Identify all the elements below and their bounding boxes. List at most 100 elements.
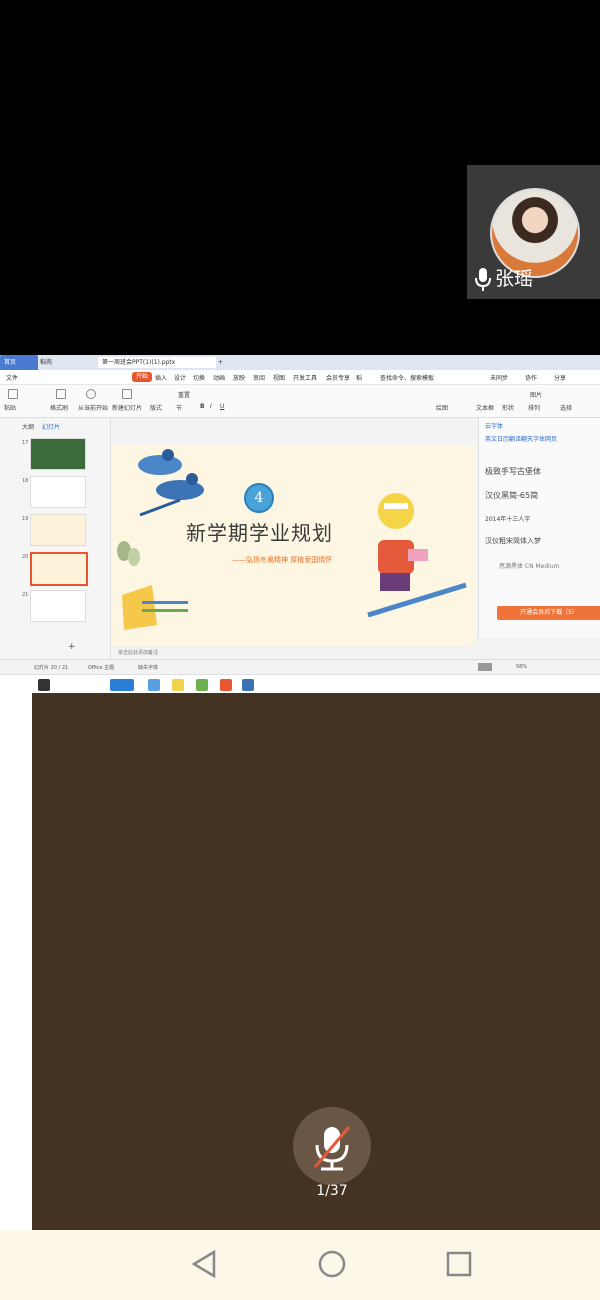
cloud-font-panel: 云字体 英文日历翻译翻天字体网页 极致手写古堡体 汉仪黑简-65简 2014年十… [478, 418, 600, 638]
format-painter-icon [56, 389, 66, 399]
section-button[interactable]: 节 [176, 403, 182, 412]
taskbar-app[interactable] [220, 679, 232, 691]
menu-start[interactable]: 开始 [132, 372, 153, 382]
paste-button[interactable]: 粘贴 [4, 403, 16, 412]
menu-view[interactable]: 视图 [273, 373, 285, 382]
windows-start-icon[interactable] [38, 679, 50, 691]
slide-thumbnail[interactable] [30, 438, 86, 470]
bold-button[interactable]: B [200, 403, 205, 410]
page-counter: 1/37 [316, 1183, 348, 1199]
new-slide-button[interactable]: 新建幻灯片 [112, 403, 142, 412]
font-item[interactable]: 汉仪黑简-65简 [485, 490, 538, 501]
tab-pptx-file[interactable]: 第一周班会PPT(1)(1).pptx [98, 357, 216, 368]
select-button[interactable]: 选择 [560, 403, 572, 412]
arrange-button[interactable]: 排列 [528, 403, 540, 412]
textbox-button[interactable]: 文本框 [476, 403, 494, 412]
add-slide-button[interactable]: + [68, 642, 76, 652]
sync-status[interactable]: 未同步 [490, 373, 508, 382]
slide-thumbnail-active[interactable] [30, 552, 88, 586]
decoration-illustration [117, 541, 188, 630]
taskbar-app[interactable] [148, 679, 160, 691]
skater-illustration [138, 449, 204, 517]
thumbnail-number: 18 [22, 478, 29, 484]
thumbnail-number: 17 [22, 440, 29, 446]
menu-docer[interactable]: 稻 [356, 373, 362, 382]
thumbnail-number: 20 [22, 554, 29, 560]
theme-name: Office 主题 [88, 665, 115, 671]
font-item[interactable]: 极致手写古堡体 [485, 466, 541, 477]
menu-transition[interactable]: 切换 [193, 373, 205, 382]
reset-button[interactable]: 重置 [178, 390, 190, 399]
speaker-notes[interactable]: 单击此处添加备注 [118, 649, 158, 656]
skier-illustration [367, 493, 467, 618]
layout-button[interactable]: 版式 [150, 403, 162, 412]
drawing-button[interactable]: 绘图 [436, 403, 448, 412]
recents-icon[interactable] [441, 1246, 477, 1282]
play-slideshow-icon[interactable] [478, 663, 492, 671]
italic-button[interactable]: I [210, 403, 212, 410]
browser-tab-bar: 首页 稻壳 第一周班会PPT(1)(1).pptx + [0, 355, 600, 370]
underline-button[interactable]: U [220, 403, 224, 410]
menu-file[interactable]: 文件 [6, 373, 18, 382]
font-item[interactable]: 2014年十三人字 [485, 514, 530, 523]
slide-thumbnail[interactable] [30, 514, 86, 546]
download-font-button[interactable]: 开通会员后下载（5） [497, 606, 600, 620]
menu-design[interactable]: 设计 [174, 373, 186, 382]
format-painter-button[interactable]: 格式刷 [50, 403, 68, 412]
menu-review[interactable]: 审阅 [253, 373, 265, 382]
windows-taskbar [0, 674, 600, 693]
taskbar-app[interactable] [242, 679, 254, 691]
section-number-badge: 4 [244, 483, 274, 513]
microphone-muted-icon [313, 1126, 351, 1171]
menu-bar: 文件 开始 插入 设计 切换 动画 放映 审阅 视图 开发工具 会员专享 稻 查… [0, 370, 600, 385]
slide-thumbnail-panel: 大纲 幻灯片 17 18 19 20 21 + [0, 418, 111, 668]
tab-home[interactable]: 首页 [0, 355, 38, 370]
play-icon [86, 389, 96, 399]
font-item[interactable]: 思源黑体 CN Medium [499, 561, 559, 570]
slide-subtitle: ——弘扬冬奥精神 厚植爱国情怀 [232, 556, 333, 564]
menu-developer[interactable]: 开发工具 [293, 373, 317, 382]
menu-animation[interactable]: 动画 [213, 373, 225, 382]
play-from-current-button[interactable]: 从当前开始 [78, 403, 108, 412]
participant-avatar [490, 188, 580, 278]
shared-screen: 首页 稻壳 第一周班会PPT(1)(1).pptx + 文件 开始 插入 设计 … [0, 355, 600, 693]
new-slide-icon [122, 389, 132, 399]
back-icon[interactable] [186, 1246, 222, 1282]
picture-button[interactable]: 图片 [530, 390, 542, 399]
share-button[interactable]: 分享 [554, 373, 566, 382]
thumbnail-number: 21 [22, 592, 29, 598]
zoom-level[interactable]: 58% [516, 664, 527, 670]
menu-insert[interactable]: 插入 [155, 373, 167, 382]
slide-thumbnail[interactable] [30, 590, 86, 622]
microphone-icon [475, 268, 491, 291]
participant-tile[interactable]: 张瑶 [467, 165, 600, 299]
tab-slides[interactable]: 幻灯片 [42, 422, 60, 431]
home-icon[interactable] [314, 1246, 350, 1282]
menu-member[interactable]: 会员专享 [326, 373, 350, 382]
collaborate-button[interactable]: 协作 [525, 373, 537, 382]
paste-icon [8, 389, 18, 399]
android-nav-bar [0, 1230, 600, 1300]
slide-canvas[interactable]: 4 新学期学业规划 ——弘扬冬奥精神 厚植爱国情怀 [112, 445, 476, 645]
search-command[interactable]: 查找命令、搜索模板 [380, 373, 434, 382]
shape-button[interactable]: 形状 [502, 403, 514, 412]
taskbar-app[interactable] [196, 679, 208, 691]
mute-toggle-button[interactable] [293, 1107, 371, 1185]
participant-name: 张瑶 [495, 268, 534, 290]
menu-slideshow[interactable]: 放映 [233, 373, 245, 382]
font-item[interactable]: 汉仪粗宋简体入梦 [485, 536, 541, 546]
tab-docer[interactable]: 稻壳 [36, 357, 92, 368]
add-tab-button[interactable]: + [214, 357, 227, 368]
panel-link[interactable]: 英文日历翻译翻天字体网页 [485, 434, 557, 443]
slide-position: 幻灯片 20 / 21 [34, 665, 69, 671]
panel-header: 云字体 [485, 423, 504, 430]
ribbon-toolbar: 粘贴 格式刷 从当前开始 新建幻灯片 版式 节 重置 B I U 绘图 文本框 … [0, 385, 600, 418]
taskbar-app[interactable] [172, 679, 184, 691]
status-bar: 幻灯片 20 / 21 Office 主题 缺失字体 58% [0, 659, 600, 674]
tab-outline[interactable]: 大纲 [22, 422, 34, 431]
thumbnail-number: 19 [22, 516, 29, 522]
slide-thumbnail[interactable] [30, 476, 86, 508]
taskbar-app[interactable] [110, 679, 134, 691]
slide-title: 新学期学业规划 [186, 521, 333, 545]
missing-fonts[interactable]: 缺失字体 [138, 664, 158, 671]
